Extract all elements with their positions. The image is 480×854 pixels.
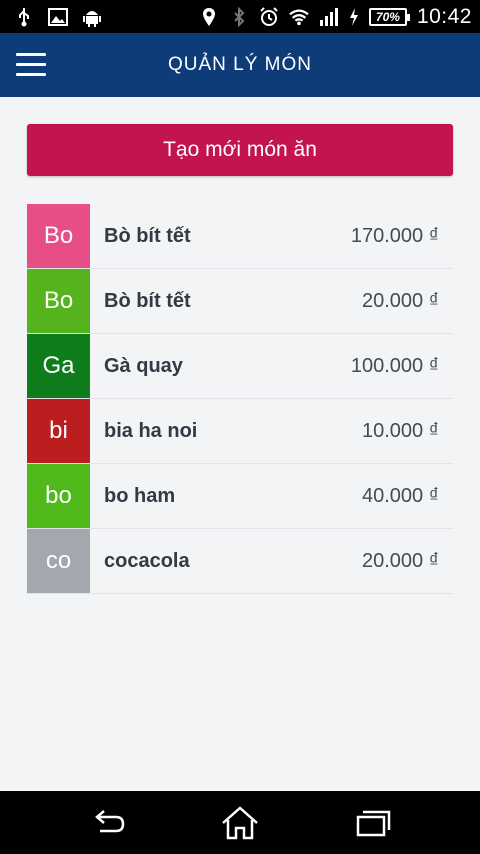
dish-name: Bò bít tết — [104, 289, 191, 312]
page-title: QUẢN LÝ MÓN — [167, 54, 313, 75]
dish-name: cocacola — [104, 549, 190, 572]
battery-indicator: 70% — [368, 7, 410, 26]
list-item[interactable]: Bo Bò bít tết 20.000 ₫ — [27, 269, 453, 334]
hamburger-menu-icon[interactable] — [16, 53, 46, 77]
list-item[interactable]: bo bo ham 40.000 ₫ — [27, 464, 453, 529]
usb-icon — [14, 7, 34, 27]
dish-price: 10.000 ₫ — [362, 419, 439, 442]
dish-avatar: Bo — [27, 269, 90, 333]
dish-name: Gà quay — [104, 354, 183, 377]
system-nav-bar — [0, 791, 480, 854]
status-bar: 70% 10:42 — [0, 0, 480, 33]
location-icon — [199, 7, 219, 27]
dish-name: bo ham — [104, 484, 176, 507]
dish-list: Bo Bò bít tết 170.000 ₫ Bo Bò bít tết 20… — [27, 204, 453, 594]
signal-icon — [319, 7, 339, 27]
list-item[interactable]: Ga Gà quay 100.000 ₫ — [27, 334, 453, 399]
recent-apps-icon[interactable] — [352, 805, 396, 841]
battery-percent: 70% — [375, 9, 400, 24]
clock: 10:42 — [416, 4, 472, 28]
dish-price: 100.000 ₫ — [350, 354, 439, 377]
back-icon[interactable] — [86, 805, 130, 841]
dish-price: 170.000 ₫ — [350, 224, 439, 247]
dish-avatar: Bo — [27, 204, 90, 268]
wifi-icon — [289, 7, 309, 27]
dish-avatar: Ga — [27, 334, 90, 398]
image-icon — [48, 7, 68, 27]
alarm-icon — [259, 6, 279, 27]
home-icon[interactable] — [218, 805, 262, 841]
dish-name: bia ha noi — [104, 419, 198, 442]
dish-price: 20.000 ₫ — [362, 289, 439, 312]
create-dish-button[interactable]: Tạo mới món ăn — [27, 124, 453, 176]
dish-name: Bò bít tết — [104, 224, 191, 247]
dish-avatar: bo — [27, 464, 90, 528]
android-icon — [82, 7, 102, 27]
dish-avatar: co — [27, 529, 90, 593]
dish-avatar: bi — [27, 399, 90, 463]
charging-icon — [349, 7, 359, 27]
app-bar: QUẢN LÝ MÓN — [0, 33, 480, 97]
list-item[interactable]: Bo Bò bít tết 170.000 ₫ — [27, 204, 453, 269]
list-item[interactable]: co cocacola 20.000 ₫ — [27, 529, 453, 594]
bluetooth-icon — [229, 6, 249, 27]
dish-price: 40.000 ₫ — [362, 484, 439, 507]
dish-price: 20.000 ₫ — [362, 549, 439, 572]
list-item[interactable]: bi bia ha noi 10.000 ₫ — [27, 399, 453, 464]
